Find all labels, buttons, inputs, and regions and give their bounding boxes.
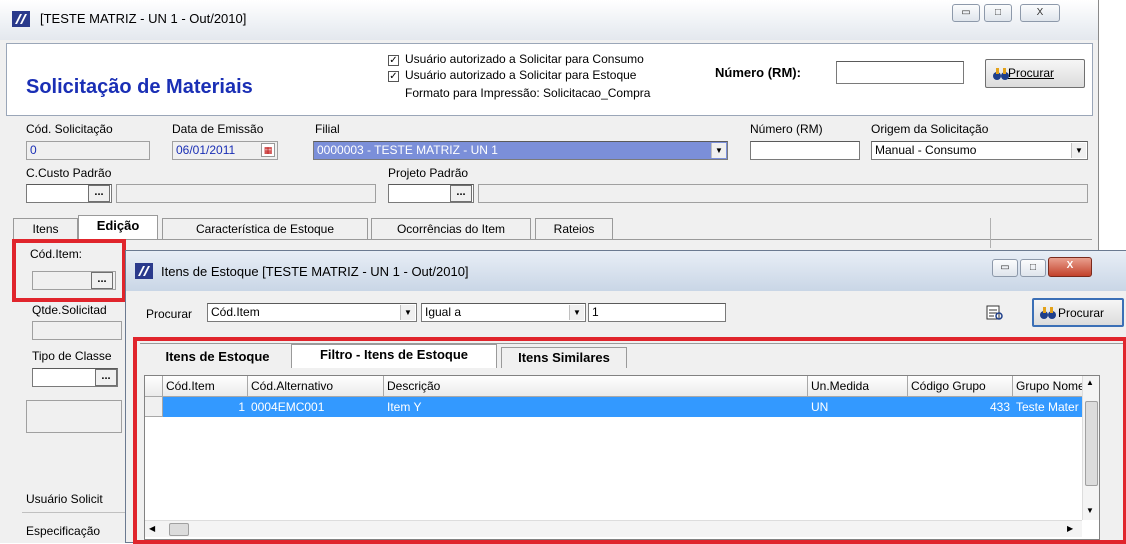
left-panel-box: [26, 400, 122, 433]
projeto-desc-field: [478, 184, 1088, 203]
print-preview-icon[interactable]: [986, 305, 1006, 323]
origem-label: Origem da Solicitação: [871, 122, 989, 136]
filial-label: Filial: [315, 122, 340, 136]
origem-value: Manual - Consumo: [875, 143, 977, 157]
especificacao-label: Especificação: [26, 524, 101, 538]
numero-rm-label: Número (RM): [750, 122, 823, 136]
child-close-button[interactable]: X: [1048, 257, 1092, 277]
child-procurar-label: Procurar: [146, 307, 193, 321]
procurar-button[interactable]: Procurar: [985, 59, 1085, 88]
qtde-label: Qtde.Solicitad: [32, 303, 107, 317]
origem-select[interactable]: Manual - Consumo ▼: [871, 141, 1088, 160]
tab-rateios[interactable]: Rateios: [535, 218, 613, 239]
ccusto-label: C.Custo Padrão: [26, 166, 112, 180]
format-label: Formato para Impressão: Solicitacao_Comp…: [405, 86, 651, 100]
child-window-title: Itens de Estoque [TESTE MATRIZ - UN 1 - …: [161, 264, 469, 279]
procurar-button-label: Procurar: [1008, 66, 1055, 80]
page-title: Solicitação de Materiais: [26, 76, 253, 98]
binoculars-icon: [993, 68, 1009, 80]
tipo-classe-ellipsis-icon[interactable]: ...: [95, 369, 117, 386]
tab-side-area: [990, 218, 1088, 248]
dropdown-arrow-icon[interactable]: ▼: [400, 305, 415, 320]
operator-value: Igual a: [425, 305, 462, 319]
tab-ocorrencias-item[interactable]: Ocorrências do Item: [371, 218, 531, 239]
main-window-title: [TESTE MATRIZ - UN 1 - Out/2010]: [40, 11, 247, 26]
calendar-icon[interactable]: ▦: [261, 143, 275, 157]
search-field-select[interactable]: Cód.Item ▼: [207, 303, 417, 322]
maximize-button[interactable]: □: [984, 4, 1012, 22]
minimize-button[interactable]: ▭: [952, 4, 980, 22]
tab-strip-line: [12, 239, 1092, 240]
consumo-label: Usuário autorizado a Solicitar para Cons…: [405, 52, 644, 66]
tab-edicao[interactable]: Edição: [78, 215, 158, 239]
itens-estoque-window: Itens de Estoque [TESTE MATRIZ - UN 1 - …: [125, 250, 1126, 544]
data-emissao-field[interactable]: 06/01/2011 ▦: [172, 141, 278, 160]
estoque-label: Usuário autorizado a Solicitar para Esto…: [405, 68, 637, 82]
search-value-input[interactable]: 1: [588, 303, 726, 322]
child-procurar-button[interactable]: Procurar: [1032, 298, 1124, 327]
dropdown-arrow-icon[interactable]: ▼: [711, 143, 726, 158]
data-emissao-value: 06/01/2011: [176, 143, 236, 157]
numero-rm-field[interactable]: [750, 141, 860, 160]
ccusto-ellipsis-icon[interactable]: ...: [88, 185, 110, 202]
app-logo-icon: [12, 11, 30, 27]
filial-value: 0000003 - TESTE MATRIZ - UN 1: [317, 143, 498, 157]
tipo-classe-label: Tipo de Classe: [32, 349, 112, 363]
operator-select[interactable]: Igual a ▼: [421, 303, 586, 322]
projeto-ellipsis-icon[interactable]: ...: [450, 185, 472, 202]
cod-solicitacao-field: 0: [26, 141, 150, 160]
tab-itens[interactable]: Itens: [13, 218, 78, 239]
close-button[interactable]: X: [1020, 4, 1060, 22]
child-procurar-label-text: Procurar: [1058, 306, 1105, 320]
header-panel: Solicitação de Materiais ✓ Usuário autor…: [6, 43, 1093, 116]
tab-caracteristica-estoque[interactable]: Característica de Estoque: [162, 218, 368, 239]
child-title-bar: Itens de Estoque [TESTE MATRIZ - UN 1 - …: [126, 251, 1126, 291]
qtde-field[interactable]: [32, 321, 122, 340]
numero-rm-header-input[interactable]: [836, 61, 964, 84]
child-minimize-button[interactable]: ▭: [992, 259, 1018, 277]
app-logo-icon: [135, 263, 153, 279]
ccusto-desc-field: [116, 184, 376, 203]
cod-solicitacao-label: Cód. Solicitação: [26, 122, 113, 136]
data-emissao-label: Data de Emissão: [172, 122, 264, 136]
search-field-value: Cód.Item: [211, 305, 260, 319]
child-maximize-button[interactable]: □: [1020, 259, 1046, 277]
separator: [22, 512, 125, 513]
cod-item-highlight: [12, 239, 126, 302]
grid-highlight: [133, 337, 1126, 544]
main-title-bar: [TESTE MATRIZ - UN 1 - Out/2010] ▭ □ X: [0, 0, 1098, 40]
dropdown-arrow-icon[interactable]: ▼: [569, 305, 584, 320]
dropdown-arrow-icon[interactable]: ▼: [1071, 143, 1086, 158]
consumo-checkbox[interactable]: ✓: [388, 55, 399, 66]
estoque-checkbox[interactable]: ✓: [388, 71, 399, 82]
projeto-label: Projeto Padrão: [388, 166, 469, 180]
usuario-label: Usuário Solicit: [26, 492, 103, 506]
numero-rm-header-label: Número (RM):: [715, 65, 801, 80]
filial-select[interactable]: 0000003 - TESTE MATRIZ - UN 1 ▼: [313, 141, 728, 160]
binoculars-icon: [1040, 307, 1056, 319]
